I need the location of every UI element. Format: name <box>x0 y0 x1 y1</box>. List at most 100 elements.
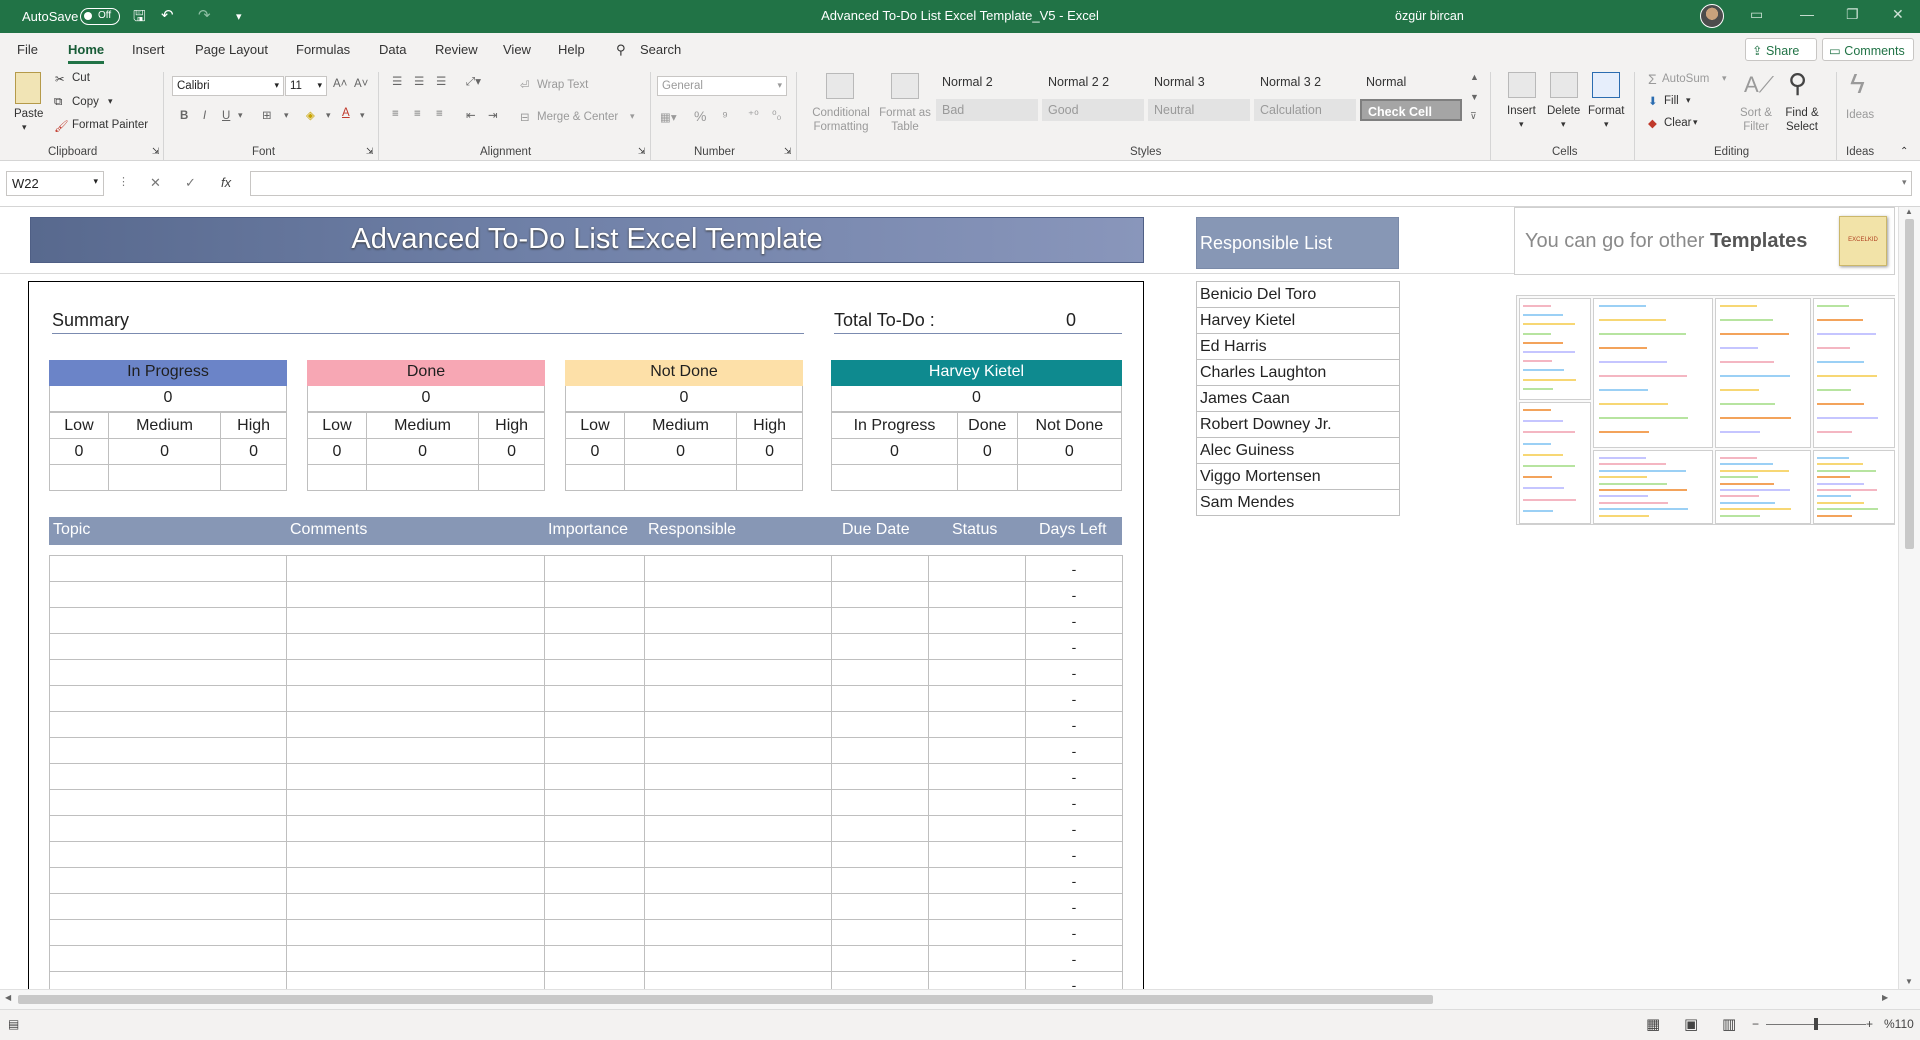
table-cell[interactable] <box>928 555 1026 582</box>
template-thumbnail[interactable] <box>1715 298 1811 448</box>
insert-button[interactable]: Insert <box>1507 105 1536 117</box>
summary-empty-cell[interactable] <box>736 464 803 491</box>
table-cell[interactable]: - <box>1025 685 1123 712</box>
list-item[interactable]: James Caan <box>1196 385 1400 412</box>
close-icon[interactable]: ✕ <box>1892 6 1904 23</box>
table-cell[interactable]: - <box>1025 633 1123 660</box>
gallery-up-icon[interactable]: ▲ <box>1470 72 1479 82</box>
table-row[interactable]: - <box>49 555 1123 582</box>
tab-home[interactable]: Home <box>68 42 105 64</box>
template-thumbnails[interactable] <box>1516 295 1895 525</box>
table-cell[interactable] <box>49 555 287 582</box>
table-cell[interactable] <box>49 737 287 764</box>
style-bad[interactable]: Bad <box>936 99 1038 121</box>
responsible-name[interactable]: Harvey Kietel <box>1196 307 1400 334</box>
table-cell[interactable] <box>49 841 287 868</box>
list-item[interactable]: Sam Mendes <box>1196 489 1400 516</box>
chevron-down-icon[interactable]: ▾ <box>1686 95 1691 106</box>
tab-file[interactable]: File <box>17 42 38 57</box>
zoom-out-icon[interactable]: − <box>1752 1017 1759 1031</box>
table-cell[interactable] <box>644 737 832 764</box>
table-cell[interactable] <box>49 893 287 920</box>
table-cell[interactable] <box>928 815 1026 842</box>
template-thumbnail[interactable] <box>1519 298 1591 400</box>
tab-help[interactable]: Help <box>558 42 585 57</box>
undo-icon[interactable]: ↶ <box>161 6 174 24</box>
list-item[interactable]: Robert Downey Jr. <box>1196 411 1400 438</box>
table-cell[interactable] <box>49 815 287 842</box>
summary-col-value[interactable]: 0 <box>220 438 287 465</box>
table-row[interactable]: - <box>49 737 1123 764</box>
summary-empty-cell[interactable] <box>49 464 109 491</box>
paste-dropdown-icon[interactable]: ▾ <box>22 122 27 133</box>
table-cell[interactable] <box>831 893 929 920</box>
table-cell[interactable] <box>928 607 1026 634</box>
increase-indent-icon[interactable]: ⇥ <box>488 108 498 122</box>
tab-data[interactable]: Data <box>379 42 406 57</box>
summary-empty-cell[interactable] <box>478 464 545 491</box>
table-cell[interactable] <box>831 711 929 738</box>
merge-center-button[interactable]: Merge & Center <box>537 111 618 123</box>
conditional-formatting-button[interactable]: Conditional Formatting <box>808 106 874 134</box>
comments-button[interactable]: ▭ Comments <box>1822 38 1914 61</box>
list-item[interactable]: Harvey Kietel <box>1196 307 1400 334</box>
chevron-down-icon[interactable]: ▾ <box>284 110 289 121</box>
merge-icon[interactable]: ⊟ <box>520 110 530 124</box>
responsible-name[interactable]: Ed Harris <box>1196 333 1400 360</box>
chevron-down-icon[interactable]: ▾ <box>360 110 365 121</box>
summary-col-value[interactable]: 0 <box>956 438 1018 465</box>
task-table[interactable]: ----------------- <box>49 555 1123 989</box>
wrap-text-button[interactable]: Wrap Text <box>537 79 588 91</box>
insert-cells-icon[interactable] <box>1508 72 1536 98</box>
table-row[interactable]: - <box>49 581 1123 608</box>
gallery-more-icon[interactable]: ⊽ <box>1470 111 1477 122</box>
table-cell[interactable] <box>544 633 645 660</box>
list-item[interactable]: Charles Laughton <box>1196 359 1400 386</box>
table-cell[interactable] <box>831 867 929 894</box>
autosave-toggle[interactable]: Off <box>80 8 120 25</box>
style-normal-2[interactable]: Normal 2 <box>936 71 1038 93</box>
table-cell[interactable] <box>286 867 545 894</box>
style-normal-2-2[interactable]: Normal 2 2 <box>1042 71 1144 93</box>
table-cell[interactable] <box>286 737 545 764</box>
table-cell[interactable] <box>644 607 832 634</box>
align-left-icon[interactable]: ≡ <box>392 108 399 120</box>
summary-box-total[interactable]: 0 <box>565 386 803 412</box>
paste-icon[interactable] <box>15 72 41 104</box>
responsible-name[interactable]: Sam Mendes <box>1196 489 1400 516</box>
chevron-down-icon[interactable]: ▾ <box>1693 117 1698 128</box>
enter-icon[interactable]: ✓ <box>185 175 196 191</box>
summary-box-total[interactable]: 0 <box>49 386 287 412</box>
other-templates-banner[interactable]: You can go for other Templates EXCELKID <box>1514 207 1895 275</box>
normal-view-icon[interactable]: ▦ <box>1646 1015 1660 1033</box>
table-cell[interactable] <box>644 841 832 868</box>
italic-icon[interactable]: I <box>203 110 206 122</box>
style-neutral[interactable]: Neutral <box>1148 99 1250 121</box>
table-row[interactable]: - <box>49 815 1123 842</box>
vertical-scrollbar[interactable]: ▲ ▼ <box>1898 207 1920 989</box>
bold-icon[interactable]: B <box>180 110 188 122</box>
table-cell[interactable] <box>644 763 832 790</box>
table-cell[interactable] <box>286 789 545 816</box>
table-cell[interactable]: - <box>1025 789 1123 816</box>
template-thumbnail[interactable] <box>1519 402 1591 524</box>
horizontal-scrollbar[interactable]: ◀ ▶ <box>0 989 1920 1009</box>
table-cell[interactable] <box>831 685 929 712</box>
table-cell[interactable] <box>831 919 929 946</box>
table-cell[interactable] <box>831 581 929 608</box>
template-thumbnail[interactable] <box>1813 450 1895 524</box>
table-cell[interactable] <box>831 789 929 816</box>
tab-review[interactable]: Review <box>435 42 478 57</box>
table-cell[interactable] <box>286 633 545 660</box>
search-icon[interactable]: ⚲ <box>1788 68 1807 99</box>
table-cell[interactable]: - <box>1025 763 1123 790</box>
table-cell[interactable] <box>544 737 645 764</box>
table-cell[interactable] <box>49 685 287 712</box>
table-cell[interactable] <box>831 841 929 868</box>
table-cell[interactable] <box>928 763 1026 790</box>
copy-button[interactable]: Copy <box>72 96 99 108</box>
copy-icon[interactable]: ⧉ <box>54 96 62 109</box>
scroll-down-icon[interactable]: ▼ <box>1905 977 1913 986</box>
table-row[interactable]: - <box>49 763 1123 790</box>
save-icon[interactable]: 🖫 <box>133 6 146 31</box>
